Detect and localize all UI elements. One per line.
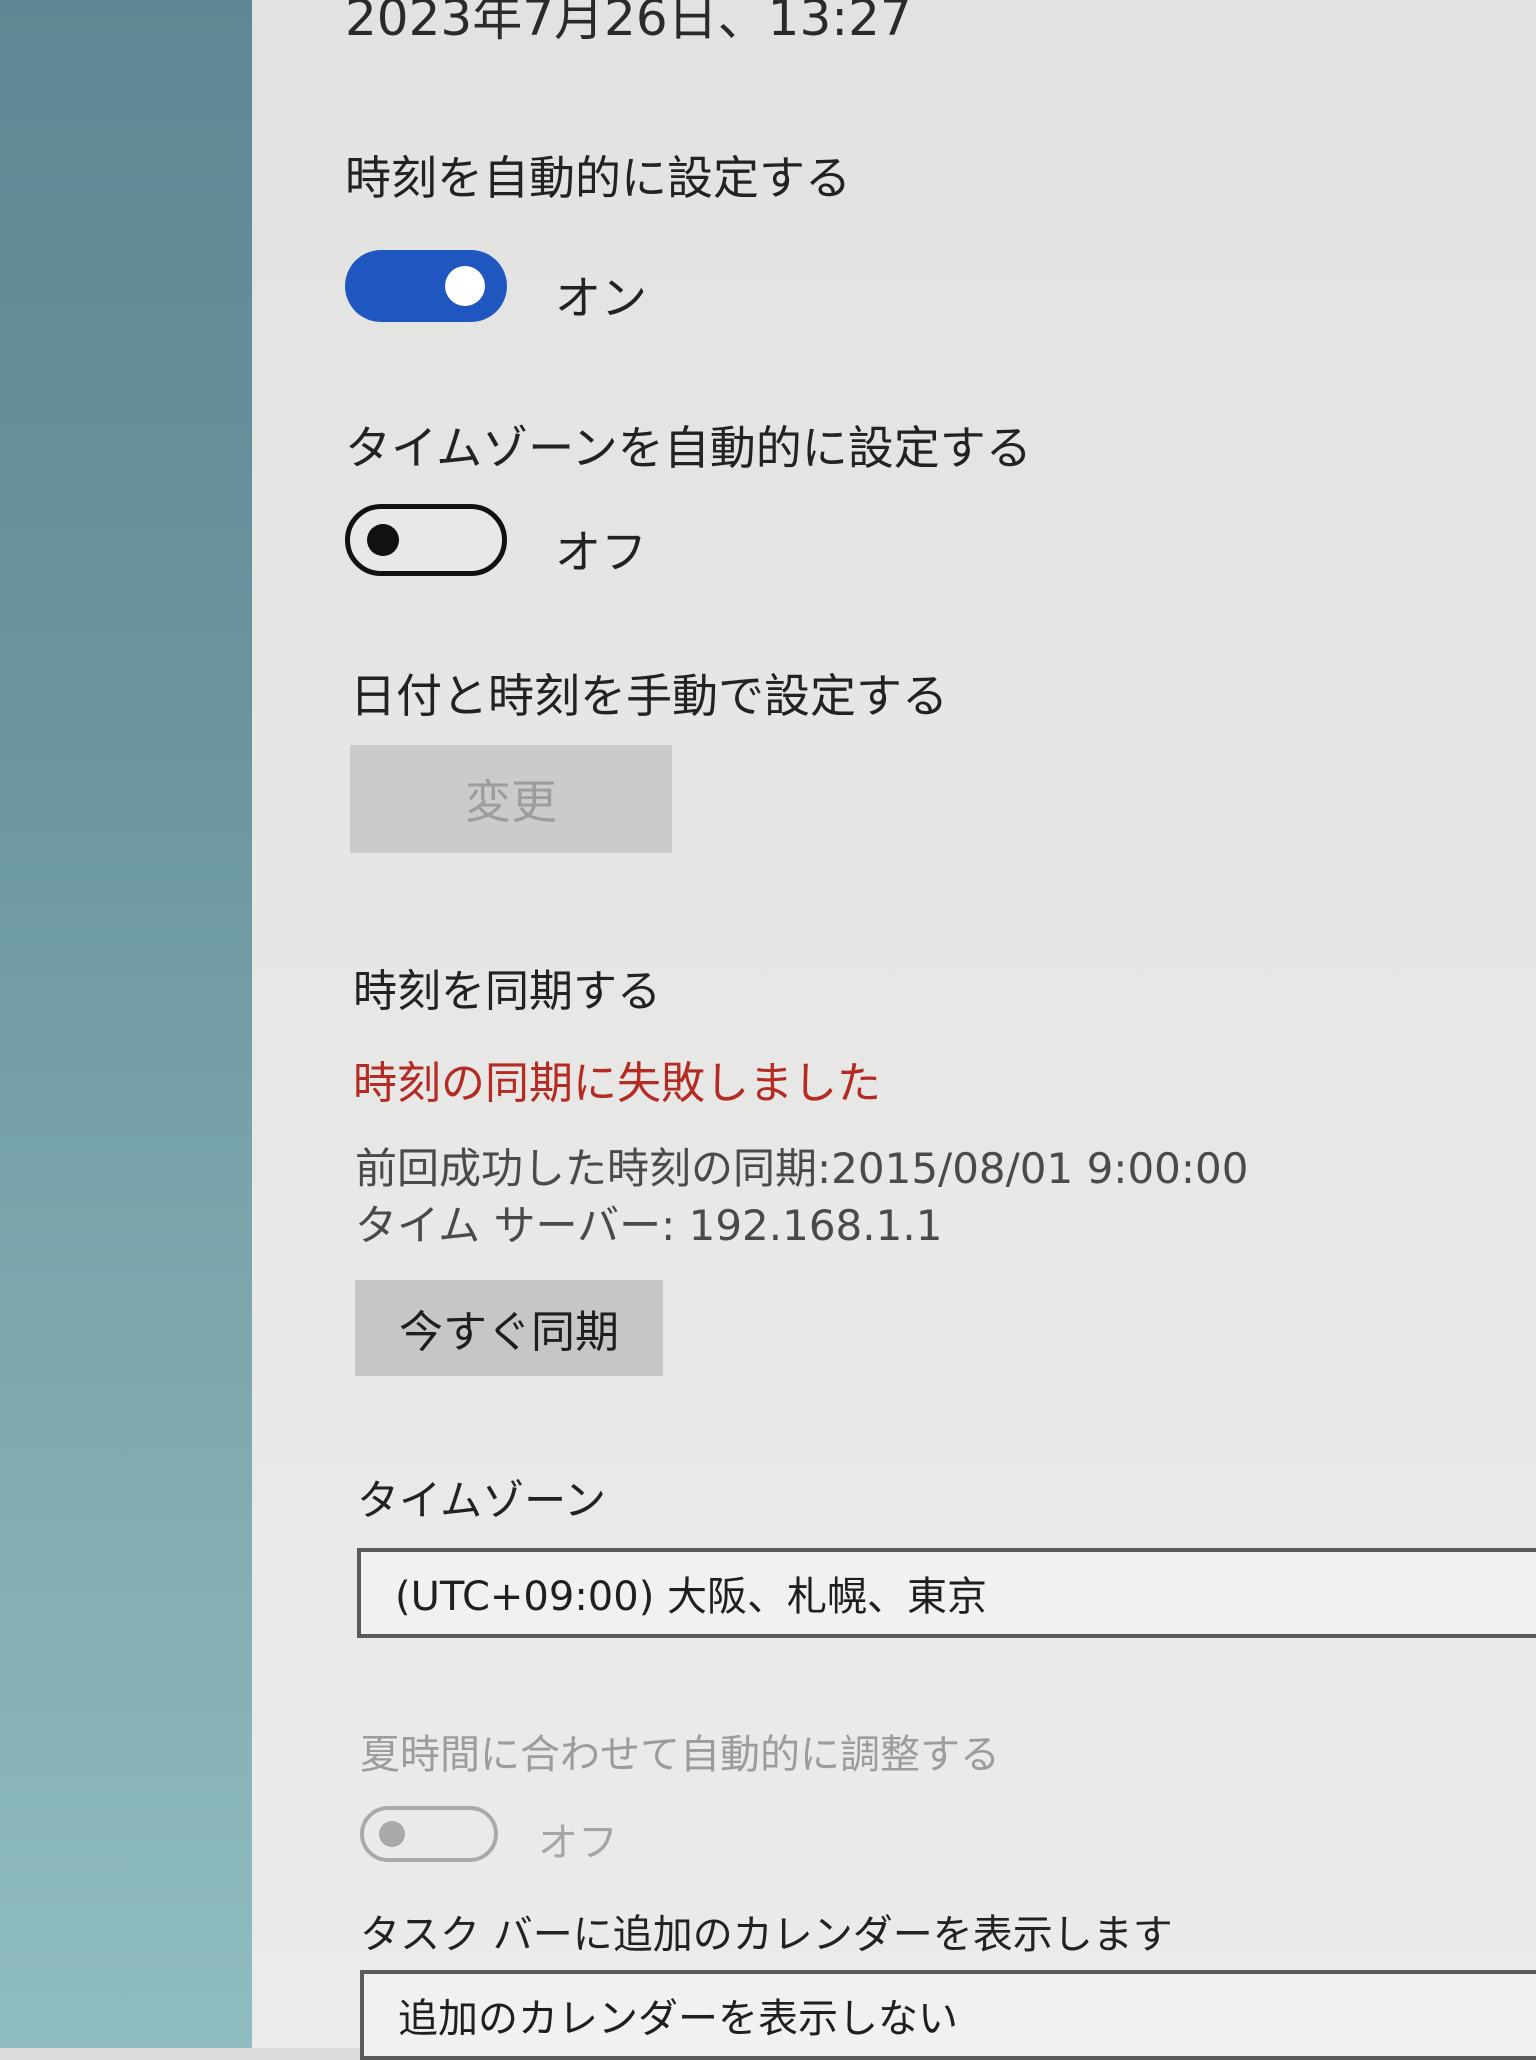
change-button[interactable]: 変更 (350, 745, 672, 853)
auto-time-toggle[interactable] (345, 250, 507, 322)
timezone-select[interactable]: (UTC+09:00) 大阪、札幌、東京 (357, 1548, 1536, 1638)
dst-toggle[interactable] (360, 1806, 498, 1862)
toggle-knob (367, 524, 399, 556)
sync-now-button[interactable]: 今すぐ同期 (355, 1280, 663, 1376)
timezone-value: (UTC+09:00) 大阪、札幌、東京 (395, 1574, 988, 1620)
auto-timezone-toggle[interactable] (345, 504, 507, 576)
toggle-knob (379, 1821, 405, 1847)
last-sync-text: 前回成功した時刻の同期:2015/08/01 9:00:00 (355, 1144, 1249, 1193)
time-server-text: タイム サーバー: 192.168.1.1 (355, 1201, 943, 1250)
dst-label: 夏時間に合わせて自動的に調整する (360, 1732, 1000, 1778)
calendar-label: タスク バーに追加のカレンダーを表示します (360, 1912, 1173, 1958)
sync-label: 時刻を同期する (353, 966, 661, 1017)
auto-timezone-state: オフ (555, 525, 647, 579)
auto-time-label: 時刻を自動的に設定する (345, 151, 851, 205)
auto-time-state: オン (555, 271, 647, 325)
current-datetime: 2023年7月26日、13:27 (345, 0, 912, 47)
sync-error-text: 時刻の同期に失敗しました (353, 1058, 881, 1109)
sidebar-background (0, 0, 252, 2048)
calendar-value: 追加のカレンダーを表示しない (398, 1996, 958, 2042)
toggle-knob (445, 266, 485, 306)
calendar-select[interactable]: 追加のカレンダーを表示しない (360, 1970, 1536, 2060)
timezone-label: タイムゾーン (357, 1476, 607, 1525)
auto-timezone-label: タイムゾーンを自動的に設定する (345, 421, 1032, 475)
manual-datetime-label: 日付と時刻を手動で設定する (350, 669, 948, 723)
dst-state: オフ (538, 1820, 618, 1866)
